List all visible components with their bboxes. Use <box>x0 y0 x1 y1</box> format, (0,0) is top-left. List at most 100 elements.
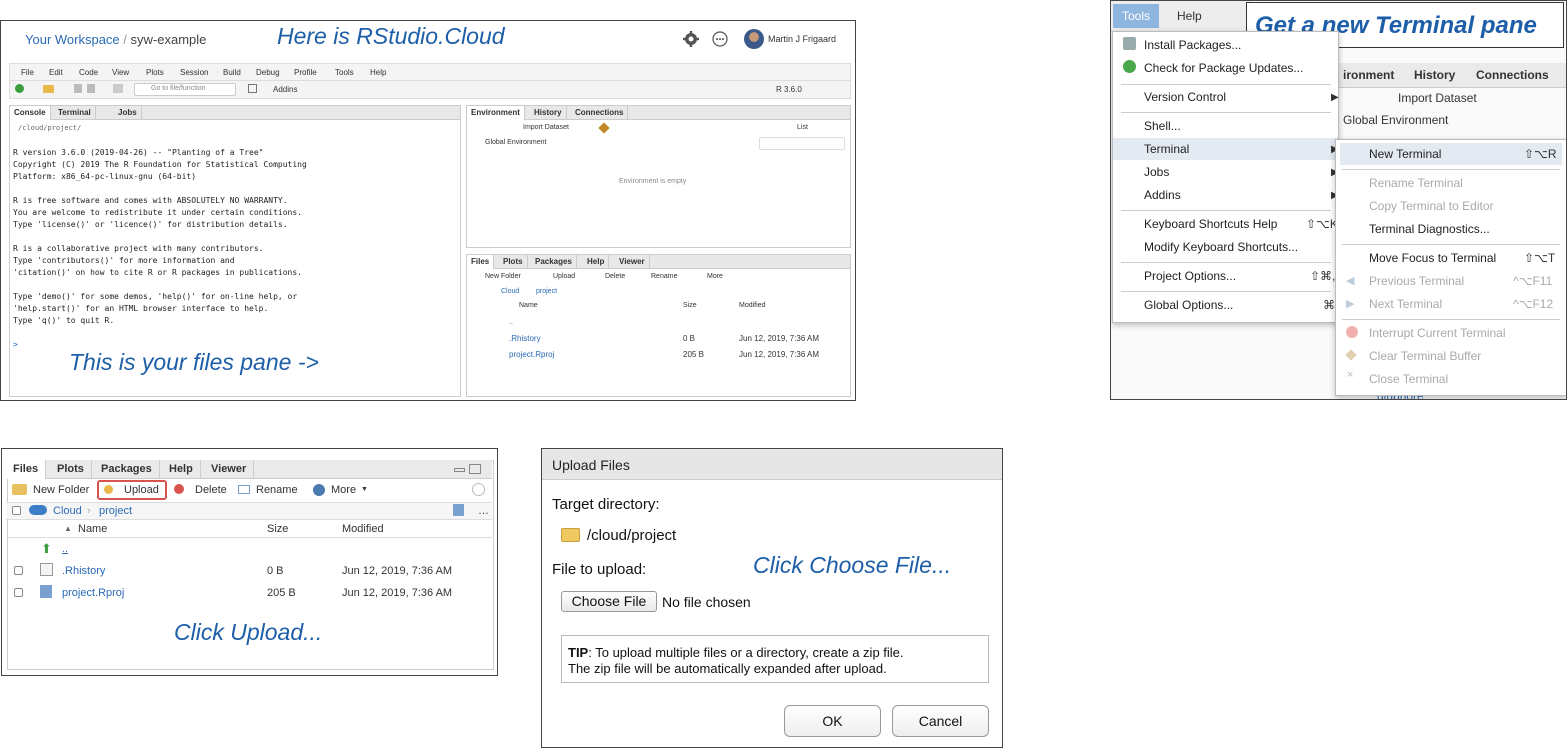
file-name-parent-mini[interactable]: .. <box>509 319 513 326</box>
print-icon[interactable] <box>113 84 123 93</box>
delete-button-mini[interactable]: Delete <box>605 273 625 280</box>
rproject-icon[interactable] <box>453 504 464 516</box>
refresh-icon[interactable] <box>472 483 485 496</box>
menu-help[interactable]: Help <box>370 68 386 77</box>
file-name-parent[interactable]: .. <box>62 543 68 555</box>
tab-packages-mini[interactable]: Packages <box>531 255 577 269</box>
submenu-next-terminal[interactable]: Next Terminal <box>1369 297 1442 311</box>
grid-icon[interactable] <box>248 84 257 93</box>
delete-button[interactable]: Delete <box>195 484 227 496</box>
menu-code[interactable]: Code <box>79 68 98 77</box>
upload-button[interactable]: Upload <box>97 480 167 500</box>
tab-connections[interactable]: Connections <box>571 106 629 120</box>
submenu-move-focus[interactable]: Move Focus to Terminal <box>1369 251 1496 265</box>
tab-plots-mini[interactable]: Plots <box>499 255 528 269</box>
tab-jobs[interactable]: Jobs <box>114 106 142 120</box>
list-view-toggle[interactable]: List <box>797 124 808 131</box>
rename-button[interactable]: Rename <box>256 484 298 496</box>
more-button[interactable]: More <box>331 484 356 496</box>
new-file-icon[interactable] <box>15 84 24 93</box>
global-env-dropdown[interactable]: Global Environment <box>485 139 546 146</box>
menu-item-global-options[interactable]: Global Options... <box>1144 298 1233 312</box>
menu-help-top[interactable]: Help <box>1177 9 1202 23</box>
tab-environment[interactable]: Environment <box>467 106 525 120</box>
cancel-button[interactable]: Cancel <box>892 705 989 737</box>
breadcrumb-project-mini[interactable]: project <box>536 288 557 295</box>
user-name[interactable]: Martin J Frigaard <box>768 34 836 44</box>
submenu-new-terminal[interactable]: New Terminal <box>1369 147 1441 161</box>
menu-plots[interactable]: Plots <box>146 68 164 77</box>
avatar[interactable] <box>744 29 764 49</box>
submenu-clear-buffer[interactable]: Clear Terminal Buffer <box>1369 349 1481 363</box>
tab-terminal[interactable]: Terminal <box>54 106 96 120</box>
submenu-previous-terminal[interactable]: Previous Terminal <box>1369 274 1464 288</box>
submenu-close-terminal[interactable]: Close Terminal <box>1369 372 1448 386</box>
maximize-icon[interactable] <box>469 464 481 474</box>
submenu-rename-terminal[interactable]: Rename Terminal <box>1369 176 1463 190</box>
more-options-icon[interactable] <box>712 31 728 47</box>
goto-file-input[interactable]: Go to file/function <box>134 83 236 96</box>
breadcrumb-project[interactable]: project <box>99 505 132 517</box>
upload-button-mini[interactable]: Upload <box>553 273 575 280</box>
file-name-rhistory-mini[interactable]: .Rhistory <box>509 334 541 343</box>
gear-icon[interactable] <box>683 31 699 47</box>
select-all-checkbox[interactable] <box>12 506 21 515</box>
broom-icon[interactable] <box>598 122 610 134</box>
column-name-mini[interactable]: Name <box>519 302 538 309</box>
menu-profile[interactable]: Profile <box>294 68 317 77</box>
file-name-rproj-mini[interactable]: project.Rproj <box>509 350 554 359</box>
row-checkbox[interactable] <box>14 588 23 597</box>
tab-files-mini[interactable]: Files <box>467 255 495 269</box>
menu-edit[interactable]: Edit <box>49 68 63 77</box>
menu-item-install-packages[interactable]: Install Packages... <box>1144 38 1241 52</box>
workspace-link[interactable]: Your Workspace <box>25 32 120 47</box>
ok-button[interactable]: OK <box>784 705 881 737</box>
new-folder-button[interactable]: New Folder <box>33 484 89 496</box>
menu-item-shortcuts-help[interactable]: Keyboard Shortcuts Help <box>1144 217 1277 231</box>
row-checkbox[interactable] <box>14 566 23 575</box>
column-modified[interactable]: Modified <box>342 523 384 535</box>
import-dataset-button[interactable]: Import Dataset <box>523 124 569 131</box>
breadcrumb-cloud[interactable]: Cloud <box>53 505 82 517</box>
menu-item-jobs[interactable]: Jobs <box>1144 165 1169 179</box>
tab-viewer[interactable]: Viewer <box>204 460 255 479</box>
rename-button-mini[interactable]: Rename <box>651 273 677 280</box>
submenu-copy-terminal[interactable]: Copy Terminal to Editor <box>1369 199 1494 213</box>
submenu-terminal-diagnostics[interactable]: Terminal Diagnostics... <box>1369 222 1490 236</box>
tab-help-mini[interactable]: Help <box>583 255 610 269</box>
env-search-input[interactable] <box>759 137 845 150</box>
menu-item-terminal[interactable]: Terminal <box>1144 142 1189 156</box>
tab-console[interactable]: Console <box>10 106 51 120</box>
menu-tools[interactable]: Tools <box>335 68 354 77</box>
submenu-interrupt-terminal[interactable]: Interrupt Current Terminal <box>1369 326 1506 340</box>
menu-item-version-control[interactable]: Version Control <box>1144 90 1226 104</box>
menu-debug[interactable]: Debug <box>256 68 280 77</box>
breadcrumb-cloud-mini[interactable]: Cloud <box>501 288 519 295</box>
save-all-icon[interactable] <box>87 84 95 93</box>
menu-file[interactable]: File <box>21 68 34 77</box>
open-folder-icon[interactable] <box>43 85 54 93</box>
more-path-button[interactable]: … <box>478 505 489 517</box>
menu-tools-active[interactable]: Tools <box>1113 4 1160 28</box>
save-icon[interactable] <box>74 84 82 93</box>
menu-session[interactable]: Session <box>180 68 208 77</box>
column-size-mini[interactable]: Size <box>683 302 697 309</box>
tab-packages[interactable]: Packages <box>94 460 160 479</box>
menu-build[interactable]: Build <box>223 68 241 77</box>
console-prompt[interactable]: > <box>13 340 18 349</box>
menu-view[interactable]: View <box>112 68 129 77</box>
file-name-rproj[interactable]: project.Rproj <box>62 587 124 599</box>
tab-history[interactable]: History <box>530 106 567 120</box>
tab-files[interactable]: Files <box>6 460 47 479</box>
column-size[interactable]: Size <box>267 523 288 535</box>
file-name-rhistory[interactable]: .Rhistory <box>62 565 105 577</box>
minimize-icon[interactable] <box>454 468 465 472</box>
menu-item-modify-shortcuts[interactable]: Modify Keyboard Shortcuts... <box>1144 240 1298 254</box>
menu-item-check-updates[interactable]: Check for Package Updates... <box>1144 61 1303 75</box>
tab-help[interactable]: Help <box>162 460 201 479</box>
column-name[interactable]: Name <box>78 523 107 535</box>
tab-plots[interactable]: Plots <box>50 460 92 479</box>
r-version[interactable]: R 3.6.0 <box>776 85 802 94</box>
menu-item-project-options[interactable]: Project Options... <box>1144 269 1236 283</box>
column-modified-mini[interactable]: Modified <box>739 302 765 309</box>
